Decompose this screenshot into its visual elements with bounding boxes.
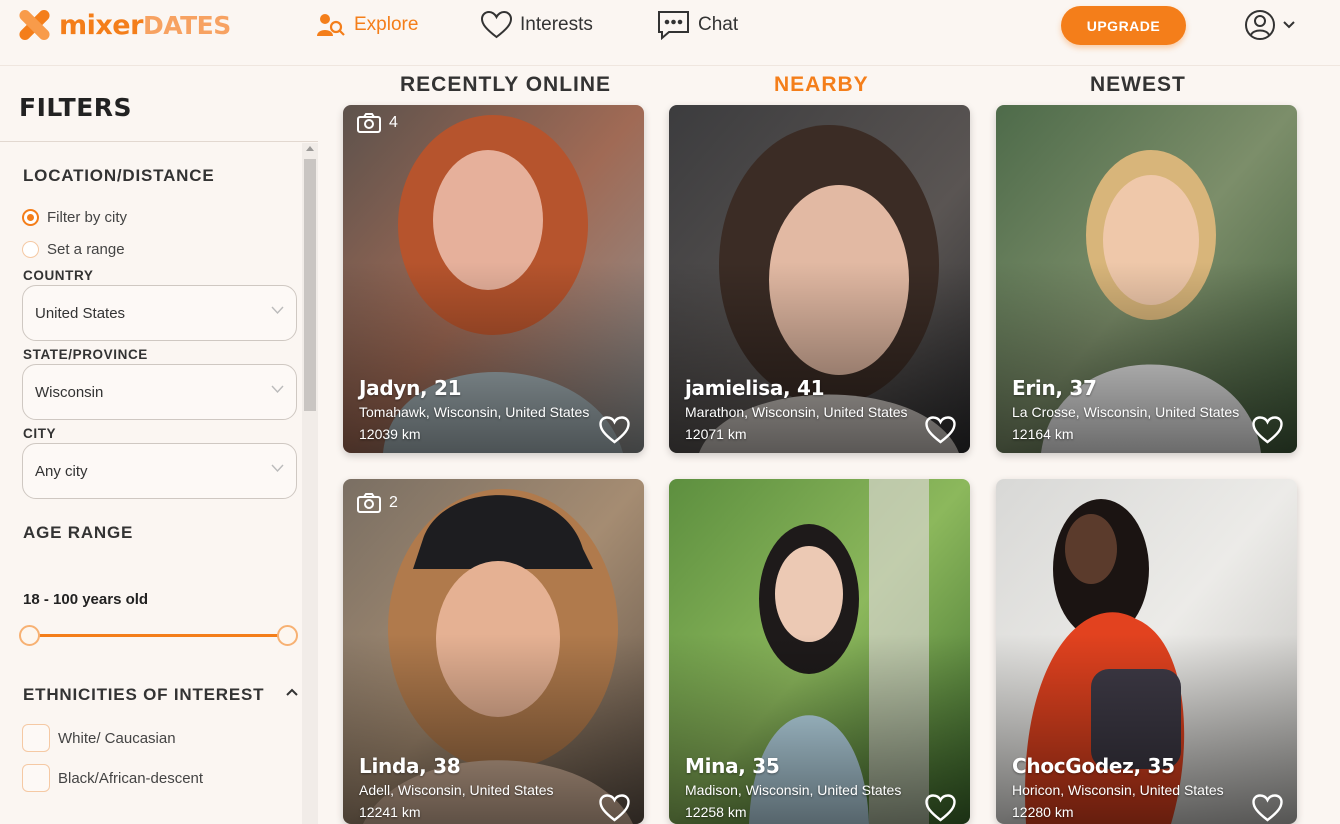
profile-location: Horicon, Wisconsin, United States	[1012, 782, 1224, 798]
state-select[interactable]: Wisconsin	[22, 364, 297, 420]
camera-icon	[357, 493, 381, 513]
nav-chat-label: Chat	[698, 14, 739, 35]
profile-distance: 12258 km	[685, 804, 747, 820]
filters-sidebar: FILTERS LOCATION/DISTANCE Filter by city…	[0, 67, 318, 824]
upgrade-button[interactable]: UPGRADE	[1061, 6, 1186, 45]
chevron-down-icon	[271, 306, 284, 315]
nav-interests[interactable]: Interests	[481, 8, 593, 42]
camera-icon	[357, 113, 381, 133]
heart-icon[interactable]	[599, 416, 630, 444]
state-value: Wisconsin	[35, 383, 104, 401]
logo-text: mixerDATES	[59, 9, 231, 41]
state-label: STATE/PROVINCE	[23, 347, 148, 362]
profile-location: Adell, Wisconsin, United States	[359, 782, 554, 798]
heart-icon[interactable]	[599, 794, 630, 822]
checkbox-white-caucasian[interactable]: White/ Caucasian	[22, 724, 176, 752]
explore-icon	[317, 14, 345, 36]
profile-card[interactable]: 2 Linda, 38 Adell, Wisconsin, United Sta…	[343, 479, 644, 824]
divider	[0, 141, 318, 142]
scroll-up-arrow-icon[interactable]	[306, 146, 314, 151]
profile-card[interactable]: 4 Jadyn, 21 Tomahawk, Wisconsin, United …	[343, 105, 644, 453]
country-select[interactable]: United States	[22, 285, 297, 341]
mixerdates-logo[interactable]: mixerDATES	[17, 6, 231, 44]
country-value: United States	[35, 304, 126, 322]
profile-card[interactable]: jamielisa, 41 Marathon, Wisconsin, Unite…	[669, 105, 970, 453]
nav-chat[interactable]: Chat	[657, 8, 738, 42]
profile-location: Tomahawk, Wisconsin, United States	[359, 404, 590, 420]
profile-name: Jadyn, 21	[359, 376, 462, 400]
tab-nearby[interactable]: NEARBY	[774, 73, 869, 97]
heart-icon[interactable]	[925, 416, 956, 444]
heart-icon[interactable]	[1252, 794, 1283, 822]
city-select[interactable]: Any city	[22, 443, 297, 499]
logo-x-icon	[17, 7, 52, 43]
checkbox-box[interactable]	[22, 724, 50, 752]
country-label: COUNTRY	[23, 268, 94, 283]
chevron-down-icon	[271, 464, 284, 473]
chevron-down-icon	[271, 385, 284, 394]
photo-count: 2	[389, 494, 398, 511]
profile-distance: 12071 km	[685, 426, 747, 442]
city-label: CITY	[23, 426, 57, 441]
scrollbar-thumb[interactable]	[304, 159, 316, 411]
nav-explore[interactable]: Explore	[316, 8, 418, 42]
heart-icon[interactable]	[1252, 416, 1283, 444]
chevron-up-icon[interactable]	[286, 688, 298, 696]
profile-distance: 12164 km	[1012, 426, 1074, 442]
radio-selected-icon[interactable]	[22, 209, 39, 226]
tab-newest[interactable]: NEWEST	[1090, 73, 1186, 97]
radio-set-a-range[interactable]: Set a range	[22, 241, 125, 258]
profile-card[interactable]: Mina, 35 Madison, Wisconsin, United Stat…	[669, 479, 970, 824]
checkbox-label: Black/African-descent	[58, 769, 204, 787]
location-distance-title: LOCATION/DISTANCE	[23, 166, 215, 185]
profile-name: Linda, 38	[359, 754, 461, 778]
photo-count-badge: 2	[357, 493, 398, 513]
profile-distance: 12280 km	[1012, 804, 1074, 820]
account-menu[interactable]	[1244, 9, 1296, 41]
profile-name: Mina, 35	[685, 754, 780, 778]
radio-filter-by-city[interactable]: Filter by city	[22, 209, 127, 226]
checkbox-box[interactable]	[22, 764, 50, 792]
profile-distance: 12241 km	[359, 804, 421, 820]
user-circle-icon	[1245, 10, 1275, 40]
age-slider-min-handle[interactable]	[19, 625, 40, 646]
profile-name: ChocGodez, 35	[1012, 754, 1175, 778]
radio-label: Set a range	[47, 241, 125, 258]
chevron-down-icon	[1283, 21, 1295, 29]
age-slider-track[interactable]	[30, 634, 288, 637]
profile-card[interactable]: ChocGodez, 35 Horicon, Wisconsin, United…	[996, 479, 1297, 824]
heart-icon	[481, 11, 512, 39]
profile-location: La Crosse, Wisconsin, United States	[1012, 404, 1240, 420]
profile-location: Madison, Wisconsin, United States	[685, 782, 902, 798]
checkbox-black-african-descent[interactable]: Black/African-descent	[22, 764, 203, 792]
filters-title: FILTERS	[19, 93, 133, 122]
radio-unselected-icon[interactable]	[22, 241, 39, 258]
radio-label: Filter by city	[47, 209, 128, 226]
profile-name: Erin, 37	[1012, 376, 1097, 400]
profile-location: Marathon, Wisconsin, United States	[685, 404, 908, 420]
nav-explore-label: Explore	[354, 14, 419, 35]
profile-distance: 12039 km	[359, 426, 421, 442]
age-range-value: 18 - 100 years old	[23, 591, 149, 608]
age-slider-max-handle[interactable]	[277, 625, 298, 646]
top-header: mixerDATES Explore Interests Chat UPGRAD…	[0, 0, 1340, 66]
sidebar-scrollbar[interactable]	[302, 143, 318, 824]
ethnicities-title: ETHNICITIES OF INTEREST	[23, 685, 265, 704]
tab-recently-online[interactable]: RECENTLY ONLINE	[400, 73, 611, 97]
photo-count: 4	[389, 114, 398, 131]
city-value: Any city	[35, 462, 88, 480]
profile-name: jamielisa, 41	[685, 376, 825, 400]
heart-icon[interactable]	[925, 794, 956, 822]
chat-icon	[658, 11, 689, 40]
photo-count-badge: 4	[357, 113, 398, 133]
nav-interests-label: Interests	[520, 14, 593, 35]
age-range-title: AGE RANGE	[23, 523, 134, 542]
checkbox-label: White/ Caucasian	[58, 729, 176, 747]
profile-card[interactable]: Erin, 37 La Crosse, Wisconsin, United St…	[996, 105, 1297, 453]
